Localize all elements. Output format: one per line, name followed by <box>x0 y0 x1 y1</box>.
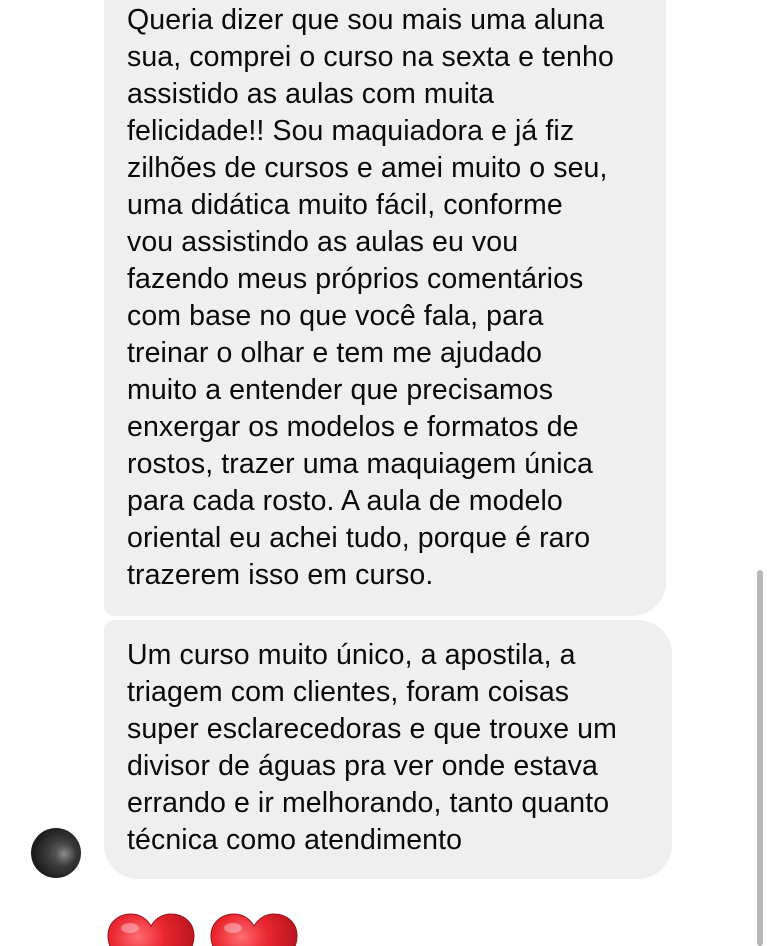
avatar[interactable] <box>31 828 81 878</box>
red-heart-icon <box>107 913 195 946</box>
reaction-row <box>106 912 299 946</box>
chat-thread: Queria dizer que sou mais uma aluna sua,… <box>0 0 768 946</box>
message-bubble[interactable]: Queria dizer que sou mais uma aluna sua,… <box>104 0 666 616</box>
message-bubble[interactable]: Um curso muito único, a apostila, a tria… <box>104 620 672 879</box>
scrollbar[interactable] <box>757 570 763 946</box>
red-heart-icon <box>210 913 298 946</box>
